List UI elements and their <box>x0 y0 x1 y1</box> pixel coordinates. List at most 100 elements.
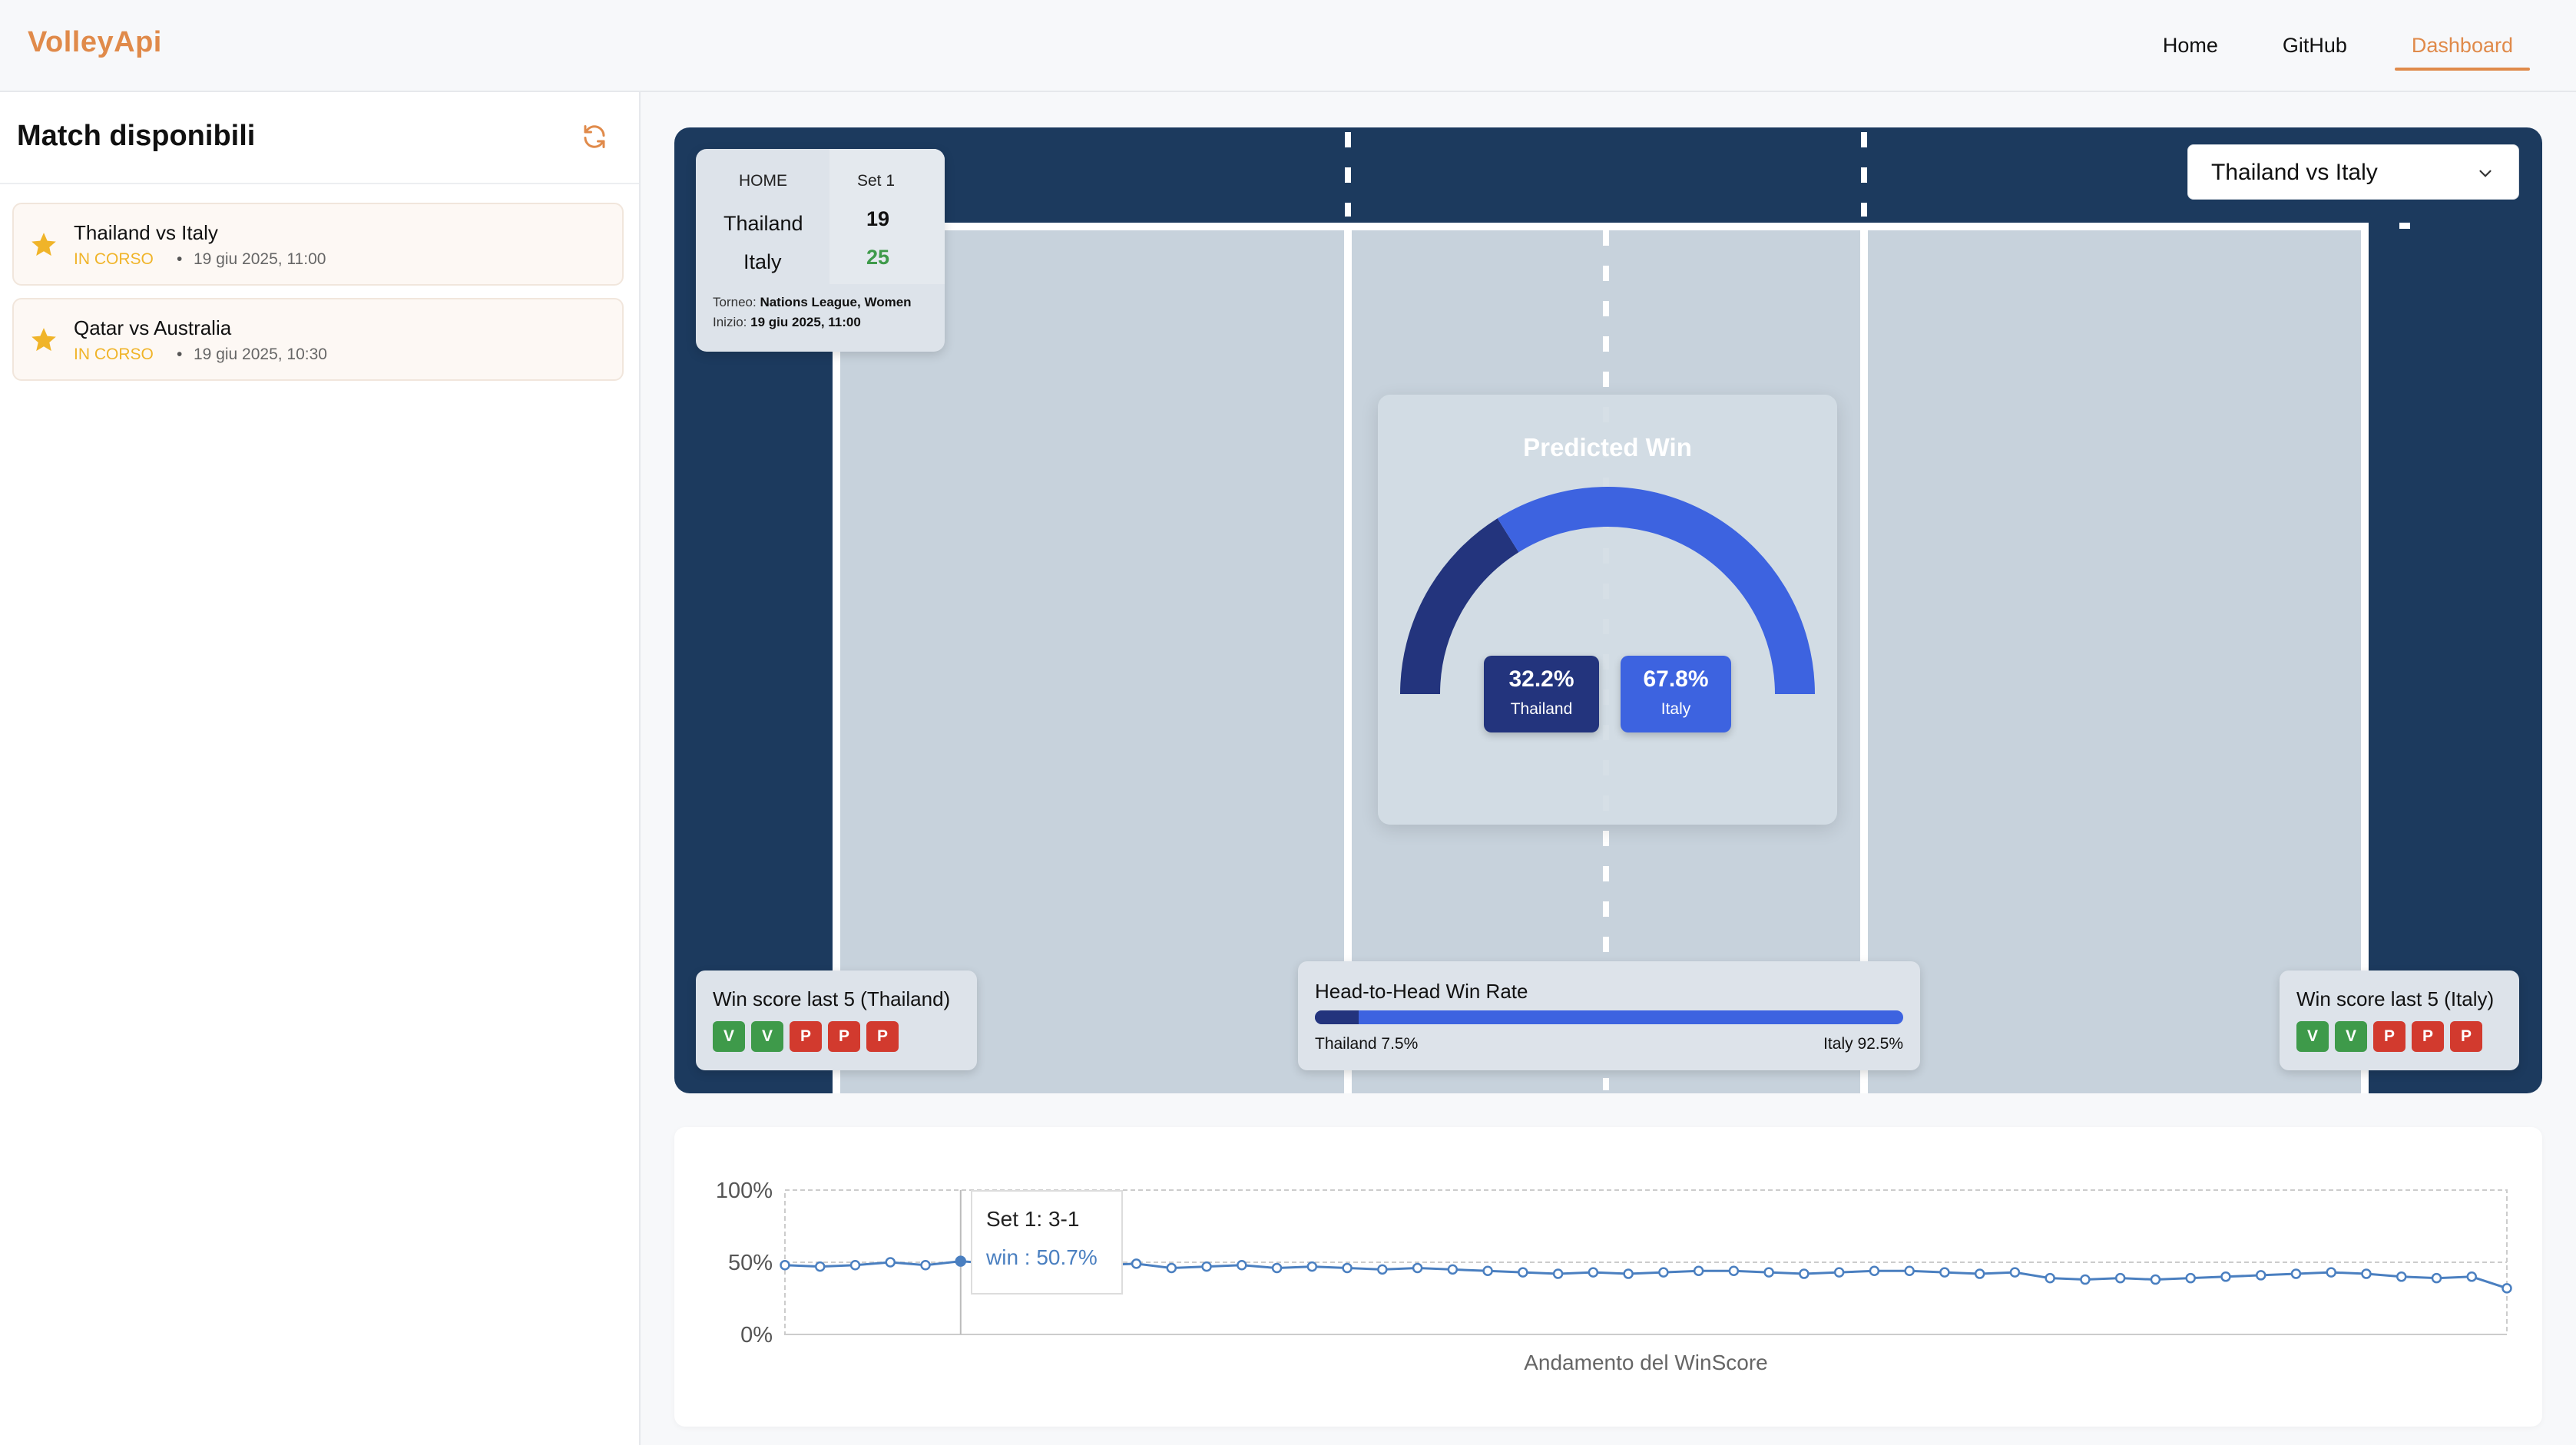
data-point <box>1306 1261 1318 1272</box>
last5-home-badges: V V P P P <box>713 1021 899 1052</box>
data-point <box>1588 1267 1599 1278</box>
last5-home-title: Win score last 5 (Thailand) <box>713 987 951 1010</box>
win-gauge <box>1400 487 1815 695</box>
match-status: IN CORSO <box>74 250 154 268</box>
data-point <box>2080 1274 2091 1285</box>
away-win-box: 67.8% Italy <box>1621 656 1731 732</box>
data-point <box>1447 1264 1459 1275</box>
home-win-pct: 32.2% <box>1508 666 1574 692</box>
last5-away-badges: V V P P P <box>2296 1021 2482 1052</box>
y-tick-label: 100% <box>716 1179 773 1203</box>
data-point <box>2326 1267 2336 1278</box>
home-header: HOME <box>739 172 787 190</box>
data-point <box>1763 1267 1774 1278</box>
data-point <box>1904 1265 1915 1277</box>
data-point <box>2045 1272 2055 1284</box>
result-badge: V <box>713 1021 745 1052</box>
away-win-team: Italy <box>1660 700 1691 718</box>
y-tick-label: 50% <box>728 1251 773 1275</box>
separator-dot: • <box>177 250 183 268</box>
data-point <box>1658 1267 1669 1278</box>
x-axis-label: Andamento del WinScore <box>1524 1351 1768 1374</box>
away-set-score: 25 <box>866 246 890 269</box>
data-point <box>2114 1272 2126 1284</box>
result-badge: V <box>751 1021 783 1052</box>
match-card-thailand-italy[interactable]: Thailand vs Italy IN CORSO • 19 giu 2025… <box>12 203 624 286</box>
nav-home-link[interactable]: Home <box>2131 0 2250 91</box>
match-card-qatar-australia[interactable]: Qatar vs Australia IN CORSO • 19 giu 202… <box>12 298 624 381</box>
result-badge: V <box>2296 1021 2329 1052</box>
data-point <box>1869 1265 1880 1277</box>
last5-home-card: Win score last 5 (Thailand) V V P P P <box>696 970 977 1070</box>
home-win-team: Thailand <box>1510 700 1573 718</box>
data-point <box>2396 1271 2407 1282</box>
data-point <box>1201 1261 1212 1272</box>
h2h-bar <box>1315 1010 1903 1024</box>
star-icon <box>31 233 56 256</box>
data-point <box>1728 1265 1740 1277</box>
nav-dashboard-link[interactable]: Dashboard <box>2379 0 2545 91</box>
data-point <box>1518 1267 1528 1278</box>
data-point <box>1833 1267 1845 1278</box>
winscore-line-chart[interactable]: 0% 50% 100% Andamento del WinScore <box>674 1127 2542 1427</box>
match-time: 19 giu 2025, 11:00 <box>194 250 326 268</box>
predicted-win-title: Predicted Win <box>1523 433 1692 461</box>
data-point <box>1693 1265 1704 1277</box>
star-icon <box>31 328 56 352</box>
data-point <box>849 1260 861 1271</box>
top-navbar: VolleyApi Home GitHub Dashboard <box>0 0 2576 92</box>
h2h-home-label: Thailand 7.5% <box>1315 1035 1419 1053</box>
data-point <box>2361 1268 2372 1279</box>
home-team-name: Thailand <box>723 212 803 235</box>
last5-away-title: Win score last 5 (Italy) <box>2296 987 2495 1010</box>
data-point <box>1939 1267 1950 1278</box>
tooltip-value: win : 50.7% <box>986 1245 1098 1269</box>
data-point <box>2290 1268 2302 1279</box>
away-win-pct: 67.8% <box>1643 666 1709 692</box>
data-point <box>1342 1262 1353 1274</box>
data-point <box>1482 1265 1493 1277</box>
match-name: Thailand vs Italy <box>74 221 218 244</box>
court-post <box>2399 223 2410 229</box>
result-badge: P <box>790 1021 822 1052</box>
result-badge: P <box>2373 1021 2405 1052</box>
attack-line-dash <box>1345 132 1351 217</box>
data-point <box>885 1257 896 1268</box>
match-select[interactable]: Thailand vs Italy <box>2187 144 2519 200</box>
data-point <box>2009 1267 2021 1278</box>
match-sidebar: Match disponibili Thailand vs Italy IN C… <box>0 92 641 1445</box>
chart-tooltip: Set 1: 3-1 win : 50.7% <box>971 1190 1123 1295</box>
chevron-down-icon <box>2479 170 2492 177</box>
data-point <box>1131 1258 1142 1269</box>
data-point <box>1412 1262 1423 1274</box>
match-time: 19 giu 2025, 10:30 <box>194 346 327 363</box>
data-point <box>1799 1268 1809 1279</box>
brand-logo[interactable]: VolleyApi <box>28 26 162 59</box>
data-point <box>2185 1272 2196 1284</box>
result-badge: P <box>2412 1021 2444 1052</box>
attack-line-dash <box>1861 132 1867 217</box>
data-point <box>1974 1268 1985 1279</box>
set-header: Set 1 <box>857 172 896 190</box>
match-name: Qatar vs Australia <box>74 316 232 339</box>
h2h-away-label: Italy 92.5% <box>1823 1035 1903 1053</box>
data-point <box>2220 1271 2231 1282</box>
nav-github-link[interactable]: GitHub <box>2250 0 2379 91</box>
winscore-chart-card: 0% 50% 100% Andamento del WinScore <box>674 1127 2542 1427</box>
data-point <box>920 1260 931 1271</box>
home-win-box: 32.2% Thailand <box>1484 656 1599 732</box>
refresh-icon[interactable] <box>581 123 608 150</box>
sidebar-title: Match disponibili <box>17 120 256 152</box>
data-point <box>2431 1272 2442 1284</box>
last5-away-card: Win score last 5 (Italy) V V P P P <box>2280 970 2519 1070</box>
data-point <box>780 1260 790 1271</box>
result-badge: V <box>2335 1021 2367 1052</box>
match-select-value: Thailand vs Italy <box>2211 160 2378 185</box>
scoreboard: HOME Set 1 Thailand 19 Italy 25 Torneo: … <box>696 149 945 352</box>
data-point <box>1271 1262 1283 1274</box>
data-point <box>2466 1271 2477 1282</box>
h2h-title: Head-to-Head Win Rate <box>1315 980 1528 1003</box>
tooltip-title: Set 1: 3-1 <box>986 1207 1080 1231</box>
sidebar-header: Match disponibili <box>0 92 639 184</box>
predicted-win-card: Predicted Win 32.2% Thailand 67.8% Italy <box>1378 395 1837 825</box>
